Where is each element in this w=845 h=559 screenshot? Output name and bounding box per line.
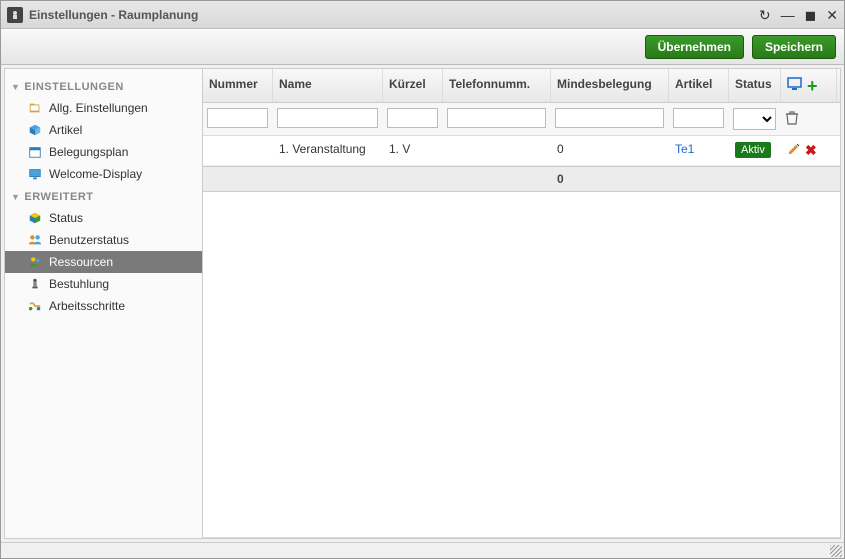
sidebar-item-welcome-display[interactable]: Welcome-Display [5, 163, 202, 185]
resources-grid: Nummer Name Kürzel Telefonnumm. Mindesbe… [203, 69, 840, 538]
sidebar-item-label: Artikel [49, 123, 82, 137]
sidebar-group-header-erweitert[interactable]: ▼ ERWEITERT [5, 185, 202, 207]
chair-icon [27, 276, 43, 292]
book-icon [27, 100, 43, 116]
window-title: Einstellungen - Raumplanung [29, 8, 759, 22]
table-row[interactable]: 1. Veranstaltung 1. V 0 Te1 Aktiv ✖ [203, 136, 840, 166]
cell-status: Aktiv [729, 136, 781, 165]
grid-body: 1. Veranstaltung 1. V 0 Te1 Aktiv ✖ [203, 136, 840, 537]
monitor-icon[interactable] [787, 77, 803, 94]
col-header-artikel[interactable]: Artikel [669, 69, 729, 102]
maximize-button[interactable]: ◼ [805, 8, 817, 22]
cell-actions: ✖ [781, 136, 837, 165]
sidebar-item-label: Allg. Einstellungen [49, 101, 148, 115]
grid-filter-row [203, 103, 840, 136]
steps-icon [27, 298, 43, 314]
col-header-actions: + [781, 69, 837, 102]
sidebar-item-label: Benutzerstatus [49, 233, 129, 247]
sidebar-item-belegungsplan[interactable]: Belegungsplan [5, 141, 202, 163]
cell-telefon [443, 136, 551, 165]
filter-status[interactable] [733, 108, 776, 130]
refresh-icon[interactable]: ↻ [759, 8, 771, 22]
sidebar-item-arbeitsschritte[interactable]: Arbeitsschritte [5, 295, 202, 317]
toolbar: Übernehmen Speichern [1, 29, 844, 65]
col-header-name[interactable]: Name [273, 69, 383, 102]
calendar-icon [27, 144, 43, 160]
resize-grip[interactable] [830, 545, 842, 557]
monitor-icon [27, 166, 43, 182]
cell-kuerzel: 1. V [383, 136, 443, 165]
grid-summary-row: 0 [203, 166, 840, 192]
sidebar-item-artikel[interactable]: Artikel [5, 119, 202, 141]
sidebar-item-benutzerstatus[interactable]: Benutzerstatus [5, 229, 202, 251]
sidebar-item-label: Welcome-Display [49, 167, 142, 181]
sidebar-item-label: Bestuhlung [49, 277, 109, 291]
settings-window: Einstellungen - Raumplanung ↻ — ◼ ✕ Über… [0, 0, 845, 559]
chevron-down-icon: ▼ [11, 192, 20, 202]
cell-artikel: Te1 [669, 136, 729, 165]
filter-name[interactable] [277, 108, 378, 128]
sidebar-item-label: Status [49, 211, 83, 225]
status-badge: Aktiv [735, 142, 771, 158]
sidebar-item-status[interactable]: Status [5, 207, 202, 229]
sidebar-item-ressourcen[interactable]: Ressourcen [5, 251, 202, 273]
sidebar-item-label: Ressourcen [49, 255, 113, 269]
summary-mindesbelegung: 0 [551, 167, 669, 191]
cube-color-icon [27, 210, 43, 226]
sidebar: ▼ EINSTELLUNGEN Allg. Einstellungen Arti… [5, 69, 203, 538]
close-button[interactable]: ✕ [826, 8, 838, 22]
sidebar-group-header-einstellungen[interactable]: ▼ EINSTELLUNGEN [5, 75, 202, 97]
col-header-kuerzel[interactable]: Kürzel [383, 69, 443, 102]
sidebar-item-allg-einstellungen[interactable]: Allg. Einstellungen [5, 97, 202, 119]
cell-nummer [203, 136, 273, 165]
minimize-button[interactable]: — [781, 8, 795, 22]
sidebar-item-bestuhlung[interactable]: Bestuhlung [5, 273, 202, 295]
people-icon [27, 254, 43, 270]
app-icon [7, 7, 23, 23]
cell-name: 1. Veranstaltung [273, 136, 383, 165]
body: ▼ EINSTELLUNGEN Allg. Einstellungen Arti… [4, 68, 841, 539]
clear-filters-icon[interactable] [785, 110, 799, 129]
cell-mindesbelegung: 0 [551, 136, 669, 165]
col-header-nummer[interactable]: Nummer [203, 69, 273, 102]
add-icon[interactable]: + [807, 79, 818, 93]
cube-icon [27, 122, 43, 138]
filter-mindesbelegung[interactable] [555, 108, 664, 128]
titlebar: Einstellungen - Raumplanung ↻ — ◼ ✕ [1, 1, 844, 29]
col-header-telefon[interactable]: Telefonnumm. [443, 69, 551, 102]
filter-telefon[interactable] [447, 108, 546, 128]
statusbar [1, 542, 844, 558]
artikel-link[interactable]: Te1 [675, 142, 694, 156]
users-icon [27, 232, 43, 248]
col-header-mindesbelegung[interactable]: Mindesbelegung [551, 69, 669, 102]
chevron-down-icon: ▼ [11, 82, 20, 92]
edit-icon[interactable] [787, 142, 801, 159]
grid-header-row: Nummer Name Kürzel Telefonnumm. Mindesbe… [203, 69, 840, 103]
filter-kuerzel[interactable] [387, 108, 438, 128]
sidebar-item-label: Arbeitsschritte [49, 299, 125, 313]
save-button[interactable]: Speichern [752, 35, 836, 59]
sidebar-item-label: Belegungsplan [49, 145, 128, 159]
delete-icon[interactable]: ✖ [805, 142, 817, 159]
filter-nummer[interactable] [207, 108, 268, 128]
window-controls: ↻ — ◼ ✕ [759, 8, 838, 22]
apply-button[interactable]: Übernehmen [645, 35, 744, 59]
main-panel: Nummer Name Kürzel Telefonnumm. Mindesbe… [203, 69, 840, 538]
filter-artikel[interactable] [673, 108, 724, 128]
col-header-status[interactable]: Status [729, 69, 781, 102]
